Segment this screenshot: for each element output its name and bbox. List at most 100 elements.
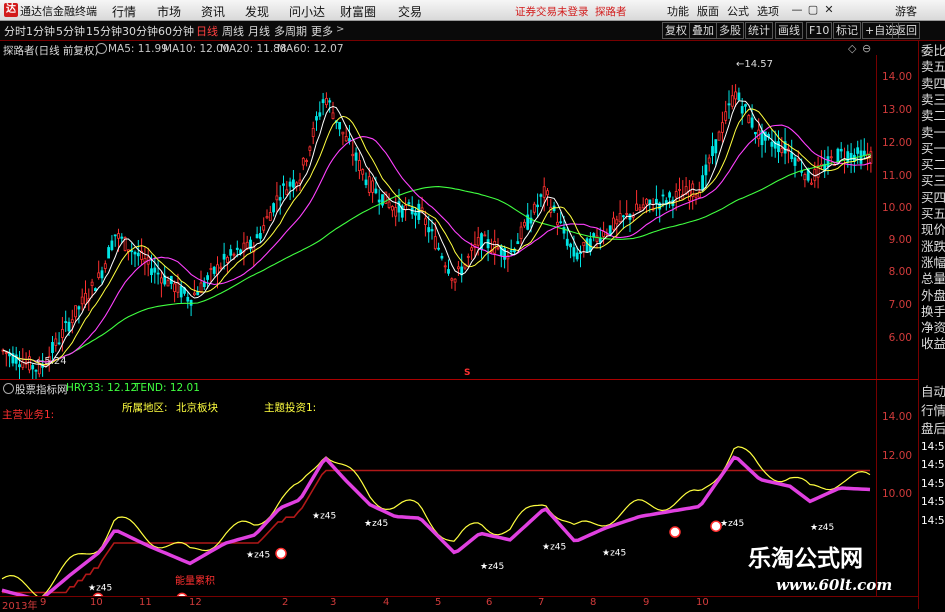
- side-panel-item[interactable]: 卖一: [921, 125, 945, 140]
- candle-body: [133, 251, 137, 255]
- side-panel-item[interactable]: 外盘: [921, 288, 945, 303]
- menu-market[interactable]: 市场: [157, 3, 181, 20]
- side-panel-item[interactable]: 14:50: [921, 477, 945, 492]
- candle-body: [202, 282, 206, 288]
- side-panel-item[interactable]: 总量: [921, 271, 945, 286]
- candle-body: [678, 188, 681, 191]
- tab-30min[interactable]: 30分钟: [122, 23, 158, 39]
- side-panel-item[interactable]: 收益: [921, 336, 945, 351]
- maximize-icon[interactable]: ▢: [806, 3, 820, 16]
- tab-15min[interactable]: 15分钟: [86, 23, 122, 39]
- draw-line-button[interactable]: 画线: [775, 22, 803, 39]
- candle-body: [661, 194, 665, 197]
- candle-body: [67, 321, 71, 332]
- candle-body: [836, 148, 840, 162]
- candle-body: [209, 268, 213, 270]
- menu-functions[interactable]: 功能: [667, 3, 689, 19]
- candle-body: [470, 247, 474, 251]
- side-panel-item[interactable]: 买五: [921, 206, 945, 221]
- candle-body: [440, 255, 444, 259]
- candle-body: [301, 157, 305, 166]
- candle-body: [394, 207, 398, 217]
- candle-body: [846, 151, 850, 163]
- candle-body: [70, 319, 74, 324]
- x-label: 9: [643, 597, 650, 608]
- settings-gear-icon[interactable]: [96, 43, 107, 54]
- adjust-button[interactable]: 复权: [662, 22, 690, 39]
- tab-intraday[interactable]: 分时: [4, 23, 26, 39]
- back-button[interactable]: 返回: [892, 22, 920, 39]
- side-panel-item[interactable]: 行情: [921, 403, 945, 418]
- menu-trade[interactable]: 交易: [398, 3, 422, 20]
- zoom-out-icon[interactable]: ⊖: [862, 42, 871, 55]
- main-price-chart[interactable]: [0, 55, 918, 380]
- side-panel-item[interactable]: 14:50: [921, 514, 945, 529]
- side-panel-item[interactable]: 14:50: [921, 458, 945, 473]
- tab-more[interactable]: 更多: [311, 23, 333, 39]
- candle-body: [602, 231, 605, 237]
- side-panel-item[interactable]: 盘后: [921, 421, 945, 436]
- side-panel-item[interactable]: 14:50: [921, 495, 945, 510]
- multi-stock-button[interactable]: 多股: [716, 22, 744, 39]
- candle-body: [341, 131, 345, 135]
- tab-weekly[interactable]: 周线: [222, 23, 244, 39]
- close-icon[interactable]: ✕: [822, 3, 836, 16]
- y-tick: 8.00: [888, 266, 912, 278]
- menu-layout[interactable]: 版面: [697, 3, 719, 19]
- guest-user[interactable]: 游客: [895, 3, 917, 19]
- candle-body: [159, 277, 163, 284]
- indicator-chart[interactable]: ★z45 ★z45 ★z45 ★z45 ★z45 ★z45 ★z45 ★z45 ★z45: [0, 392, 876, 596]
- menu-news[interactable]: 资讯: [201, 3, 225, 20]
- tab-1min[interactable]: 1分钟: [26, 23, 55, 39]
- side-panel-item[interactable]: 现价: [921, 222, 945, 237]
- side-panel-item[interactable]: 委比: [921, 43, 945, 58]
- mark-button[interactable]: 标记: [833, 22, 861, 39]
- menu-formula[interactable]: 公式: [727, 3, 749, 19]
- side-panel-item[interactable]: 买二: [921, 157, 945, 172]
- side-panel-item[interactable]: 自动: [921, 384, 945, 399]
- side-panel-item[interactable]: 卖三: [921, 92, 945, 107]
- side-panel-item[interactable]: 买四: [921, 190, 945, 205]
- side-panel-item[interactable]: 卖四: [921, 76, 945, 91]
- menu-options[interactable]: 选项: [757, 3, 779, 19]
- minimize-icon[interactable]: —: [790, 3, 804, 16]
- side-panel-item[interactable]: 涨跌: [921, 239, 945, 254]
- side-panel-item[interactable]: 卖二: [921, 108, 945, 123]
- statistics-button[interactable]: 统计: [745, 22, 773, 39]
- ind-y-tick: 10.00: [882, 488, 913, 500]
- tab-60min[interactable]: 60分钟: [158, 23, 194, 39]
- trade-login-status[interactable]: 证券交易未登录: [515, 4, 589, 19]
- candle-body: [77, 306, 81, 310]
- sell-marker: S: [464, 368, 471, 378]
- collapse-icon[interactable]: ◇: [848, 42, 856, 55]
- buy-point-icon: [275, 547, 287, 560]
- menu-ask[interactable]: 问小达: [289, 3, 325, 20]
- menu-discover[interactable]: 发现: [245, 3, 269, 20]
- side-panel-item[interactable]: 涨幅: [921, 255, 945, 270]
- tab-multi-period[interactable]: 多周期: [274, 23, 307, 39]
- side-panel-item[interactable]: 14:50: [921, 440, 945, 455]
- menu-wealth-circle[interactable]: 财富圈: [340, 3, 376, 20]
- buy-point-icon: [669, 526, 681, 538]
- tab-daily[interactable]: 日线: [196, 23, 218, 39]
- f10-button[interactable]: F10: [806, 22, 833, 39]
- candle-body: [90, 281, 94, 286]
- side-panel-item[interactable]: 卖五: [921, 59, 945, 74]
- candle-body: [31, 365, 35, 370]
- side-panel-item[interactable]: 换手: [921, 304, 945, 319]
- candle-body: [810, 182, 813, 185]
- candle-body: [364, 179, 368, 186]
- signal-label: ★z45: [246, 550, 270, 560]
- y-tick: 10.00: [882, 202, 913, 214]
- tab-monthly[interactable]: 月线: [248, 23, 270, 39]
- side-panel-item[interactable]: 买一: [921, 141, 945, 156]
- more-chevron-icon[interactable]: >: [336, 24, 344, 35]
- side-panel-item[interactable]: 买三: [921, 173, 945, 188]
- overlay-button[interactable]: 叠加: [689, 22, 717, 39]
- low-price-value: 5.24: [44, 356, 67, 367]
- side-panel-item[interactable]: 净资: [921, 320, 945, 335]
- candle-body: [829, 156, 833, 159]
- tab-5min[interactable]: 5分钟: [56, 23, 85, 39]
- candle-body: [542, 186, 546, 198]
- menu-market-quotes[interactable]: 行情: [112, 3, 136, 20]
